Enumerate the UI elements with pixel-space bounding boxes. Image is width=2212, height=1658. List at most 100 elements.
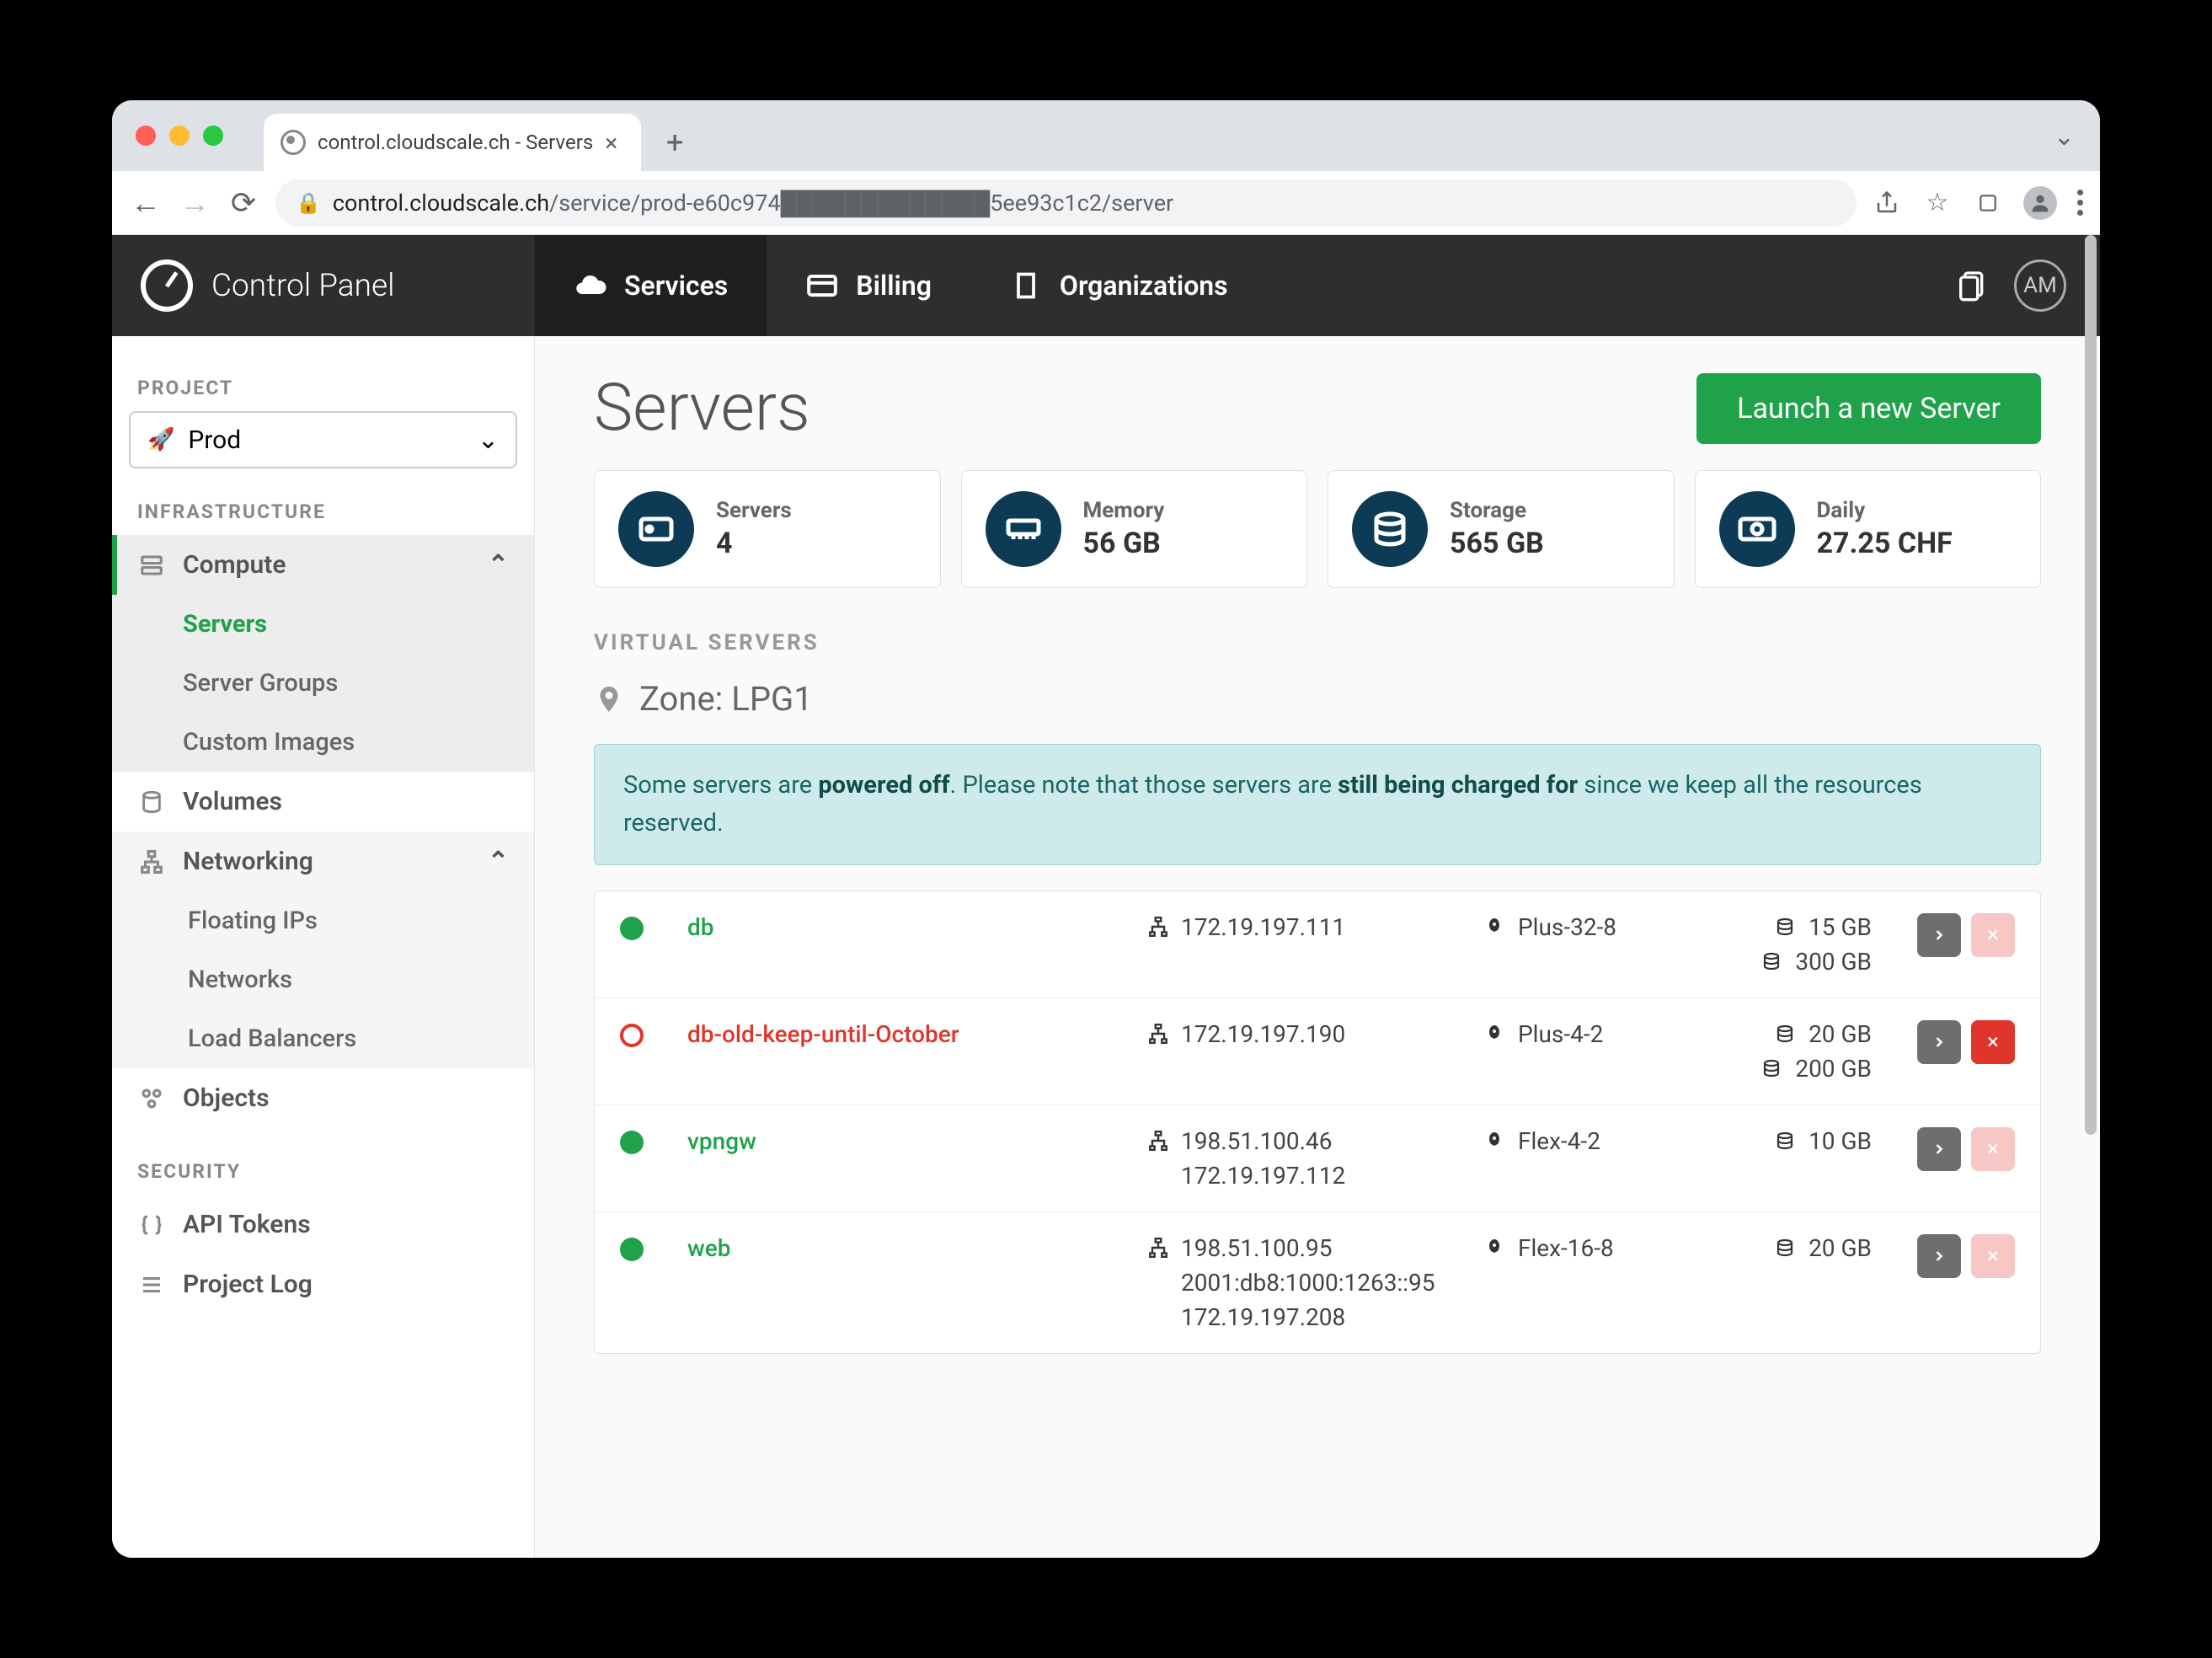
chevron-down-icon: ⌄ (478, 425, 499, 455)
reload-button[interactable]: ⟳ (227, 185, 260, 221)
sidebar-networks-label: Networks (188, 965, 292, 994)
detail-button[interactable] (1917, 1234, 1961, 1278)
sidebar-server-groups[interactable]: Server Groups (112, 654, 534, 713)
sidebar-networking[interactable]: Networking ⌃ (112, 832, 534, 891)
zone-header: Zone: LPG1 (594, 679, 2041, 719)
sidebar-compute[interactable]: Compute ⌃ (112, 535, 534, 595)
server-name-link[interactable]: web (687, 1234, 1130, 1262)
bookmark-icon[interactable]: ☆ (1922, 188, 1953, 218)
sidebar-project-log[interactable]: Project Log (112, 1254, 534, 1314)
server-name-link[interactable]: db-old-keep-until-October (687, 1020, 1130, 1048)
sidebar-networks[interactable]: Networks (112, 950, 534, 1009)
browser-tab[interactable]: control.cloudscale.ch - Servers × (264, 114, 641, 171)
sidebar-api-tokens-label: API Tokens (183, 1210, 311, 1239)
objects-icon (137, 1086, 166, 1111)
stat-memory-label: Memory (1083, 498, 1165, 523)
sidebar-objects-label: Objects (183, 1083, 270, 1113)
status-indicator (620, 1131, 644, 1154)
ip-address: 2001:db8:1000:1263::95 (1147, 1269, 1467, 1297)
server-row: web198.51.100.952001:db8:1000:1263::9517… (595, 1212, 2040, 1353)
list-icon (137, 1272, 166, 1297)
window-minimize-button[interactable] (169, 126, 190, 146)
window-close-button[interactable] (136, 126, 156, 146)
sidebar-custom-images-label: Custom Images (183, 728, 355, 757)
stat-servers-label: Servers (716, 498, 792, 523)
sidebar-servers[interactable]: Servers (112, 595, 534, 654)
extensions-icon[interactable] (1973, 188, 2003, 218)
rocket-icon (1484, 917, 1508, 937)
share-icon[interactable] (1872, 188, 1902, 218)
pin-icon (594, 684, 624, 714)
new-tab-button[interactable]: + (651, 119, 698, 166)
nav-services[interactable]: Services (535, 235, 767, 336)
browser-toolbar: ← → ⟳ 🔒 control.cloudscale.ch/service/pr… (112, 171, 2100, 235)
user-avatar[interactable]: AM (2014, 259, 2066, 312)
project-select[interactable]: 🚀 Prod ⌄ (129, 411, 517, 468)
scrollbar-thumb[interactable] (2085, 235, 2097, 1135)
project-section-label: PROJECT (112, 361, 534, 411)
memory-stat-icon (986, 491, 1061, 567)
stat-daily-value: 27.25 CHF (1817, 527, 1953, 560)
sidebar-volumes[interactable]: Volumes (112, 772, 534, 832)
disk-icon (1775, 1024, 1798, 1044)
network-icon (1147, 1237, 1171, 1259)
storage-column: 15 GB300 GB (1703, 913, 1872, 976)
detail-button[interactable] (1917, 1127, 1961, 1171)
brand[interactable]: Control Panel (112, 235, 535, 336)
sidebar-floating-ips-label: Floating IPs (188, 907, 318, 935)
disk-icon (1775, 917, 1798, 937)
detail-button[interactable] (1917, 1020, 1961, 1064)
cloud-icon (574, 269, 607, 302)
stat-memory-value: 56 GB (1083, 527, 1165, 560)
sidebar-compute-label: Compute (183, 550, 286, 580)
server-name-link[interactable]: vpngw (687, 1127, 1130, 1155)
rocket-icon (1484, 1238, 1508, 1258)
browser-window: control.cloudscale.ch - Servers × + ⌄ ← … (112, 100, 2100, 1558)
sidebar-floating-ips[interactable]: Floating IPs (112, 891, 534, 950)
ip-address: 172.19.197.190 (1181, 1020, 1345, 1048)
gauge-icon (141, 259, 193, 312)
storage-column: 20 GB200 GB (1703, 1020, 1872, 1083)
sidebar-api-tokens[interactable]: API Tokens (112, 1195, 534, 1254)
nav-organizations[interactable]: Organizations (970, 235, 1267, 336)
chevron-up-icon: ⌃ (488, 550, 509, 580)
detail-button[interactable] (1917, 913, 1961, 957)
app-topbar: Control Panel Services Billing Organizat… (112, 235, 2100, 336)
address-bar[interactable]: 🔒 control.cloudscale.ch/service/prod-e60… (275, 179, 1857, 227)
stats-row: Servers 4 Memory 56 GB (594, 470, 2041, 588)
nav-billing-label: Billing (856, 270, 932, 302)
server-row: db172.19.197.111Plus-32-815 GB300 GB× (595, 891, 2040, 998)
browser-menu-button[interactable] (2077, 190, 2083, 216)
sidebar-load-balancers[interactable]: Load Balancers (112, 1009, 534, 1068)
window-zoom-button[interactable] (203, 126, 223, 146)
storage-column: 10 GB (1703, 1127, 1872, 1155)
rocket-icon (1484, 1024, 1508, 1044)
profile-button[interactable] (2023, 186, 2057, 220)
disk-size: 20 GB (1809, 1234, 1872, 1262)
server-list: db172.19.197.111Plus-32-815 GB300 GB× db-… (594, 891, 2041, 1354)
network-icon (1147, 916, 1171, 938)
back-button[interactable]: ← (129, 185, 163, 221)
stat-servers-value: 4 (716, 527, 792, 560)
nav-billing[interactable]: Billing (767, 235, 970, 336)
scrollbar[interactable] (2085, 235, 2097, 1558)
stat-daily: Daily 27.25 CHF (1695, 470, 2042, 588)
tabs-dropdown-button[interactable]: ⌄ (2054, 122, 2075, 152)
sidebar-custom-images[interactable]: Custom Images (112, 713, 534, 772)
forward-button[interactable]: → (178, 185, 211, 221)
server-row: vpngw198.51.100.46172.19.197.112Flex-4-2… (595, 1105, 2040, 1212)
sidebar-project-log-label: Project Log (183, 1270, 313, 1299)
sidebar-objects[interactable]: Objects (112, 1068, 534, 1128)
flavor-column: Flex-16-8 (1484, 1234, 1686, 1262)
server-name-link[interactable]: db (687, 913, 1130, 941)
flavor-column: Flex-4-2 (1484, 1127, 1686, 1155)
building-icon (1009, 269, 1043, 302)
delete-button[interactable]: × (1971, 1020, 2015, 1064)
launch-server-button[interactable]: Launch a new Server (1696, 373, 2041, 444)
network-icon (137, 849, 166, 874)
sidebar: PROJECT 🚀 Prod ⌄ INFRASTRUCTURE Compute … (112, 336, 535, 1558)
clipboard-icon[interactable] (1955, 269, 1989, 302)
money-stat-icon (1719, 491, 1795, 567)
url-path: /service/prod-e60c974█████████████5ee93c… (549, 190, 1173, 217)
tab-close-button[interactable]: × (605, 129, 617, 157)
